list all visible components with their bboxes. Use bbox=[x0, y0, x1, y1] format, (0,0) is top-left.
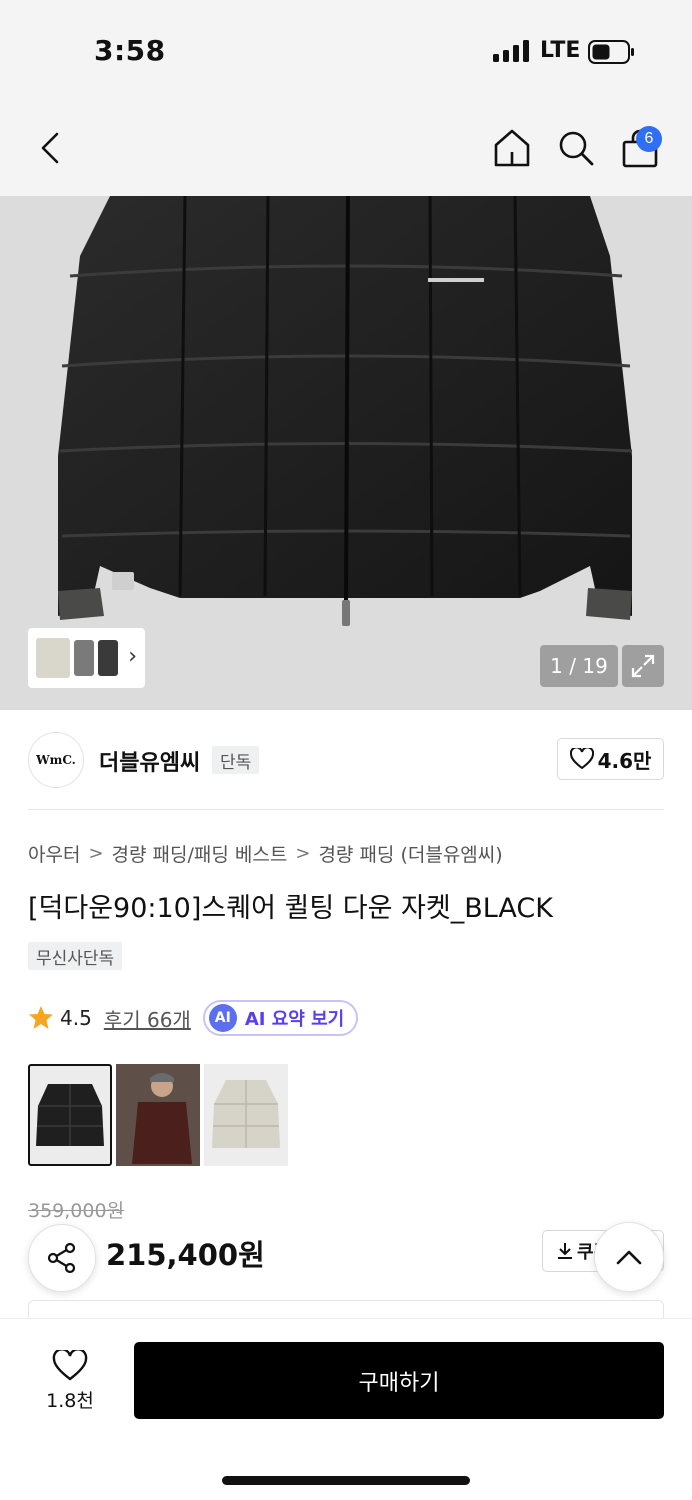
color-option-black[interactable] bbox=[28, 1064, 112, 1166]
heart-icon bbox=[52, 1349, 88, 1381]
wishlist-button[interactable]: 1.8천 bbox=[28, 1342, 112, 1420]
scroll-to-top-button[interactable] bbox=[594, 1222, 664, 1292]
color-option-beige[interactable] bbox=[204, 1064, 288, 1166]
product-title: [덕다운90:10]스퀘어 퀼팅 다운 자켓_BLACK bbox=[28, 893, 553, 924]
breadcrumb: 아우터 > 경량 패딩/패딩 베스트 > 경량 패딩 (더블유엠씨) bbox=[28, 840, 503, 867]
status-time: 3:58 bbox=[94, 34, 166, 67]
original-price: 359,000원 bbox=[28, 1200, 125, 1222]
black-jacket-thumb bbox=[36, 1084, 104, 1146]
breadcrumb-chevron-icon: > bbox=[295, 843, 311, 864]
brand-name[interactable]: 더블유엠씨 bbox=[99, 745, 200, 777]
buy-button[interactable]: 구매하기 bbox=[134, 1342, 664, 1419]
search-button[interactable] bbox=[552, 100, 600, 196]
home-icon bbox=[494, 129, 530, 167]
home-indicator[interactable] bbox=[222, 1476, 470, 1485]
back-chevron-icon bbox=[41, 132, 59, 164]
rating-row: 4.5 후기 66개 AI AI 요약 보기 bbox=[28, 1000, 359, 1036]
expand-button[interactable] bbox=[622, 645, 664, 687]
share-button[interactable] bbox=[28, 1224, 96, 1292]
color-option-model[interactable] bbox=[116, 1064, 200, 1166]
ai-summary-label: AI 요약 보기 bbox=[244, 1009, 345, 1030]
image-counter: 1 / 19 bbox=[540, 645, 618, 687]
rating-value: 4.5 bbox=[60, 1006, 92, 1030]
signal-icon bbox=[493, 40, 529, 62]
brand-exclusive-tag: 단독 bbox=[212, 746, 260, 774]
star-icon bbox=[29, 1006, 53, 1029]
wishlist-count: 1.8천 bbox=[46, 1389, 94, 1412]
thumbnail-chevron-icon: › bbox=[128, 644, 137, 669]
back-button[interactable] bbox=[26, 100, 74, 196]
musinsa-exclusive-tag: 무신사단독 bbox=[28, 942, 123, 970]
home-button[interactable] bbox=[488, 100, 536, 196]
breadcrumb-chevron-icon: > bbox=[88, 843, 104, 864]
chevron-up-icon bbox=[616, 1250, 642, 1265]
cart-count-badge: 6 bbox=[636, 126, 662, 152]
share-icon bbox=[47, 1242, 76, 1274]
brand-logo[interactable]: WmC. bbox=[28, 732, 84, 788]
status-bar: 3:58 LTE bbox=[0, 0, 692, 100]
breadcrumb-item[interactable]: 아우터 bbox=[28, 840, 80, 867]
expand-icon bbox=[631, 654, 655, 678]
breadcrumb-item[interactable]: 경량 패딩 (더블유엠씨) bbox=[318, 840, 502, 867]
model-photo-thumb bbox=[116, 1064, 200, 1166]
sale-price: 215,400원 bbox=[106, 1238, 265, 1272]
battery-icon bbox=[588, 40, 634, 64]
download-icon bbox=[558, 1243, 572, 1259]
brand-like-count: 4.6만 bbox=[597, 748, 652, 773]
network-label: LTE bbox=[540, 38, 581, 63]
search-icon bbox=[559, 131, 594, 166]
ai-badge-icon: AI bbox=[208, 1004, 237, 1032]
breadcrumb-item[interactable]: 경량 패딩/패딩 베스트 bbox=[112, 840, 288, 867]
review-count-link[interactable]: 후기 66개 bbox=[104, 1004, 191, 1033]
brand-like-button[interactable]: 4.6만 bbox=[557, 738, 664, 780]
beige-jacket-thumb bbox=[212, 1080, 280, 1148]
divider bbox=[28, 809, 664, 810]
heart-icon bbox=[569, 748, 594, 770]
top-nav bbox=[0, 100, 692, 196]
thumbnail-images bbox=[36, 638, 118, 678]
ai-summary-button[interactable]: AI AI 요약 보기 bbox=[202, 1000, 359, 1036]
gallery-thumbnail-strip[interactable]: › bbox=[28, 628, 145, 688]
